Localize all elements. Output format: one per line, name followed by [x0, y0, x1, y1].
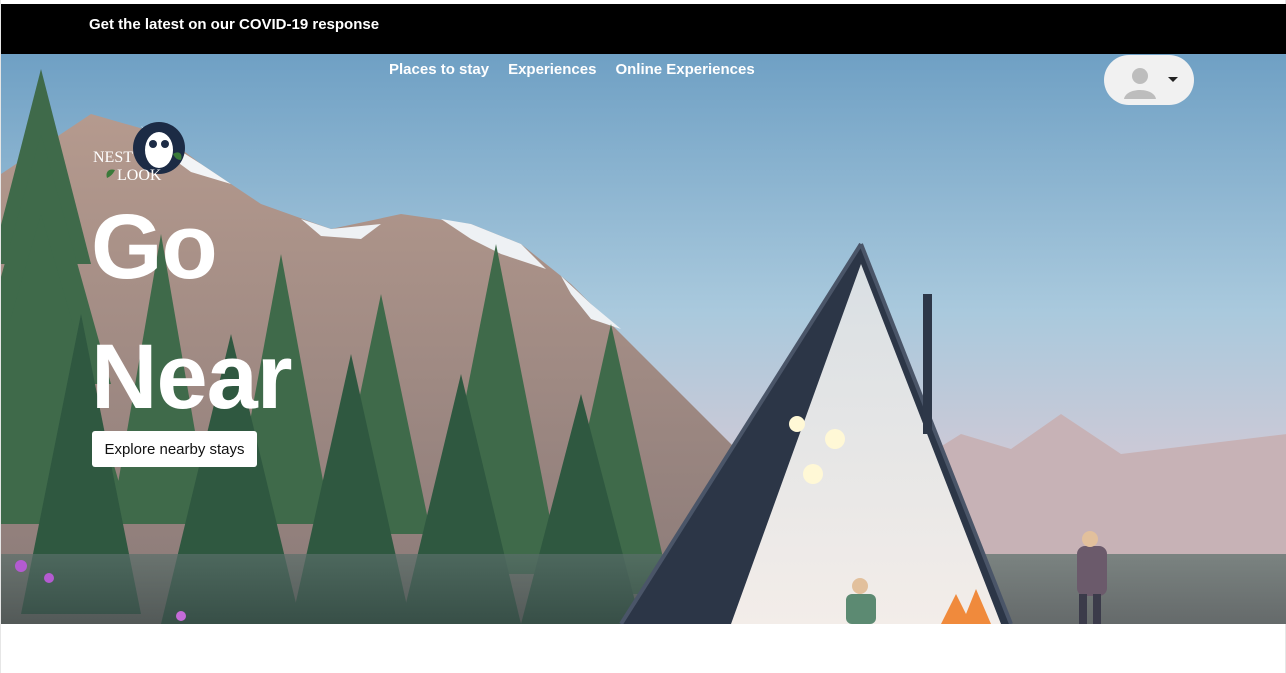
user-silhouette-icon	[1124, 68, 1156, 99]
headline-line-2: Near	[91, 326, 293, 428]
explore-nearby-stays-button[interactable]: Explore nearby stays	[92, 431, 257, 467]
hero-headline: Go Near	[91, 182, 293, 442]
nav-online-experiences[interactable]: Online Experiences	[615, 61, 754, 78]
page: Get the latest on our COVID-19 response	[0, 0, 1286, 673]
logo-text-line1: NEST	[93, 149, 133, 166]
main-nav: Places to stay Experiences Online Experi…	[389, 61, 755, 78]
nav-places-to-stay[interactable]: Places to stay	[389, 61, 489, 78]
covid-banner: Get the latest on our COVID-19 response	[1, 4, 1286, 54]
profile-menu-button[interactable]	[1104, 55, 1194, 105]
logo[interactable]: NEST LOOK	[91, 120, 187, 184]
covid-response-link[interactable]: Get the latest on our COVID-19 response	[89, 16, 379, 33]
nav-experiences[interactable]: Experiences	[508, 61, 596, 78]
caret-down-icon	[1168, 77, 1178, 82]
hero-section: Places to stay Experiences Online Experi…	[1, 54, 1286, 624]
headline-line-1: Go	[91, 196, 218, 298]
